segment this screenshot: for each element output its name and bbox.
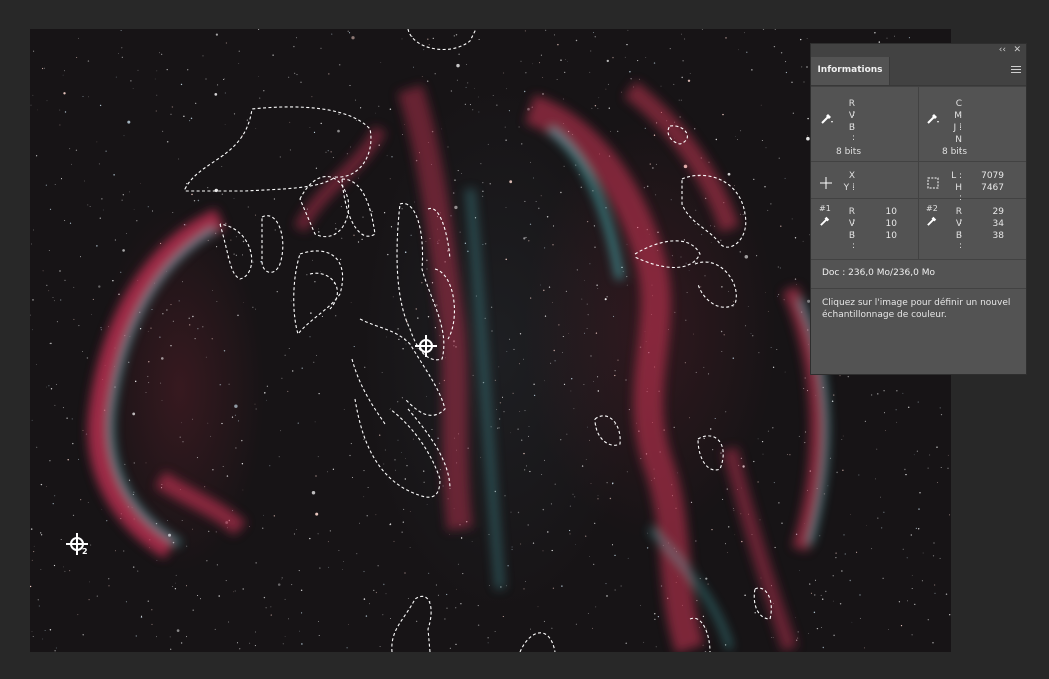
position-size-row: X : Y : L : H : 7079 7467: [811, 161, 1026, 203]
document-size-row: Doc : 236,0 Mo/236,0 Mo: [811, 259, 1026, 289]
selection-size-icon: [927, 177, 939, 189]
eyedropper-icon[interactable]: [926, 111, 940, 125]
sampler-readout-row: #1 R : V : B : 10 10 10 #2 R : V : B : 2…: [811, 198, 1026, 259]
crosshair-icon: [820, 177, 832, 189]
panel-hint-text: Cliquez sur l'image pour définir un nouv…: [822, 298, 1011, 320]
eyedropper-icon[interactable]: [820, 111, 834, 125]
sampler2-label-b: B :: [955, 231, 962, 251]
close-panel-button[interactable]: ✕: [1013, 44, 1021, 57]
width-label: L :: [951, 171, 962, 181]
rgb-label-b: B :: [848, 123, 855, 143]
color-sampler-2[interactable]: 2: [66, 533, 88, 556]
rgb-bit-depth: 8 bits: [836, 147, 862, 157]
panel-tabbar: Informations: [811, 57, 1026, 86]
color-readout-row: R : V : B : 8 bits C : M : J : N : 8 bit…: [811, 86, 1026, 162]
sampler1-value-v: 10: [885, 219, 897, 229]
panel-menu-icon[interactable]: [1011, 66, 1021, 74]
nebula-filaments: [87, 81, 829, 652]
sampler-number: 2: [82, 547, 88, 556]
sampler2-value-r: 29: [992, 207, 1004, 217]
sampler1-tag: #1: [819, 204, 831, 213]
document-size: Doc : 236,0 Mo/236,0 Mo: [822, 268, 935, 278]
panel-header: ‹‹ ✕: [811, 44, 1026, 57]
info-panel: ‹‹ ✕ Informations R : V : B : 8 bits C :…: [810, 43, 1027, 375]
color-sampler-1[interactable]: [415, 335, 437, 357]
sampler1-value-r: 10: [885, 207, 897, 217]
y-label: Y :: [843, 183, 855, 193]
sampler2-value-v: 34: [992, 219, 1004, 229]
collapse-panel-button[interactable]: ‹‹: [999, 44, 1006, 57]
width-value: 7079: [981, 171, 1004, 181]
sampler1-value-b: 10: [885, 231, 897, 241]
height-value: 7467: [981, 183, 1004, 193]
sampler1-label-b: B :: [848, 231, 855, 251]
eyedropper-icon: [820, 216, 830, 226]
cmyk-label-j: J :: [953, 123, 962, 133]
tab-informations[interactable]: Informations: [811, 57, 890, 85]
eyedropper-icon: [927, 216, 937, 226]
sampler2-value-b: 38: [992, 231, 1004, 241]
sampler2-tag: #2: [926, 204, 938, 213]
cmyk-bit-depth: 8 bits: [942, 147, 968, 157]
